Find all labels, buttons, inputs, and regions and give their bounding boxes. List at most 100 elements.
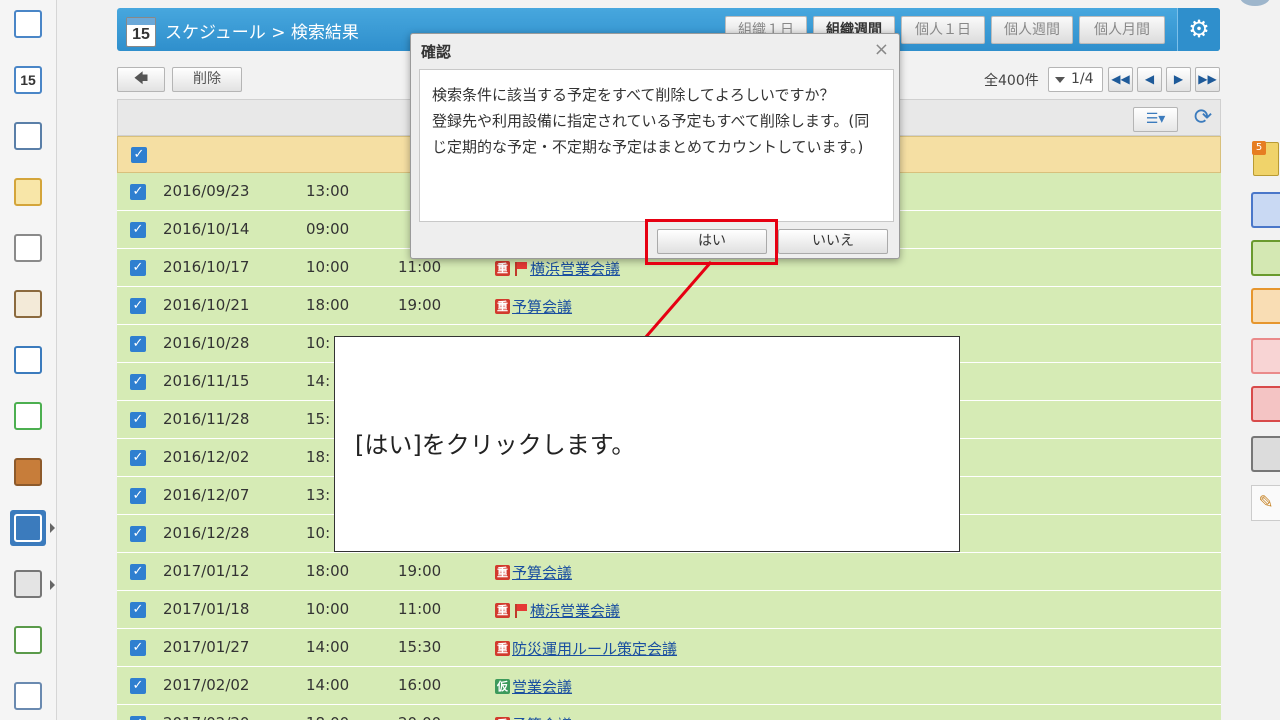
no-button[interactable]: いいえ	[778, 229, 888, 254]
view-personal-week-button[interactable]: 個人週間	[991, 16, 1073, 44]
row-checkbox[interactable]: ✓	[130, 602, 146, 618]
schedule-title-link[interactable]: 予算会議	[512, 296, 572, 317]
row-end-time: 11:00	[398, 258, 442, 276]
row-checkbox[interactable]: ✓	[130, 716, 146, 720]
facility-icon[interactable]	[10, 118, 46, 154]
row-date: 2016/10/28	[163, 334, 250, 352]
todo-icon[interactable]	[10, 342, 46, 378]
close-icon[interactable]: ×	[874, 39, 889, 60]
row-checkbox[interactable]: ✓	[130, 640, 146, 656]
row-checkbox[interactable]: ✓	[130, 678, 146, 694]
row-date: 2016/10/14	[163, 220, 250, 238]
memo-icon[interactable]	[10, 174, 46, 210]
row-date: 2017/01/12	[163, 562, 250, 580]
row-checkbox[interactable]: ✓	[130, 336, 146, 352]
flag-icon	[512, 261, 528, 276]
row-checkbox[interactable]: ✓	[130, 298, 146, 314]
important-badge: 重	[495, 299, 510, 314]
tab-blue[interactable]	[1251, 192, 1280, 228]
row-checkbox[interactable]: ✓	[130, 374, 146, 390]
row-title-cell: 重防災運用ルール策定会議	[495, 638, 677, 659]
row-checkbox[interactable]: ✓	[130, 450, 146, 466]
table-row[interactable]: ✓ 2017/01/27 14:00 15:30 重防災運用ルール策定会議	[117, 629, 1221, 667]
page-select[interactable]: 1/4	[1048, 67, 1103, 92]
app-icon[interactable]	[10, 622, 46, 658]
tab-pink[interactable]	[1251, 338, 1280, 374]
row-start-time: 15:	[306, 410, 331, 428]
row-date: 2017/01/18	[163, 600, 250, 618]
tab-red[interactable]	[1251, 386, 1280, 422]
refresh-icon[interactable]: ⟳	[1189, 104, 1217, 132]
schedule-title-link[interactable]: 横浜営業会議	[530, 600, 620, 621]
pencil-icon[interactable]: ✎	[1251, 485, 1280, 521]
view-personal-day-button[interactable]: 個人１日	[901, 16, 985, 44]
row-end-time: 15:30	[398, 638, 442, 656]
prev-page-button[interactable]: ◀	[1137, 67, 1162, 92]
schedule-title-link[interactable]: 予算会議	[512, 714, 572, 720]
row-title-cell: 重予算会議	[495, 296, 572, 317]
next-page-button[interactable]: ▶	[1166, 67, 1191, 92]
folder-expand-arrow-icon[interactable]	[50, 580, 55, 590]
flag-icon	[512, 603, 528, 618]
workflow-icon[interactable]	[10, 286, 46, 322]
row-date: 2016/10/21	[163, 296, 250, 314]
row-checkbox[interactable]: ✓	[130, 412, 146, 428]
schedule-icon[interactable]: 15	[10, 62, 46, 98]
important-badge: 重	[495, 565, 510, 580]
table-row[interactable]: ✓ 2017/02/02 14:00 16:00 仮営業会議	[117, 667, 1221, 705]
app-sidebar: 15	[0, 0, 57, 720]
row-end-time: 19:00	[398, 296, 442, 314]
last-page-button[interactable]: ▶▶	[1195, 67, 1220, 92]
row-checkbox[interactable]: ✓	[130, 526, 146, 542]
portal-icon[interactable]	[10, 6, 46, 42]
notification-icon[interactable]: 5	[1252, 141, 1279, 176]
row-checkbox[interactable]: ✓	[130, 222, 146, 238]
table-row[interactable]: ✓ 2017/01/12 18:00 19:00 重予算会議	[117, 553, 1221, 591]
gear-icon[interactable]: ⚙	[1177, 8, 1220, 51]
row-title-cell: 重予算会議	[495, 714, 572, 720]
page-select-value: 1/4	[1071, 71, 1094, 87]
row-start-time: 13:	[306, 486, 331, 504]
folder-icon[interactable]	[10, 566, 46, 602]
schedule-title-link[interactable]: 防災運用ルール策定会議	[512, 638, 677, 659]
back-arrow-icon: 🡄	[133, 71, 149, 87]
right-tab-strip: 5 ✎	[1250, 0, 1280, 720]
row-start-time: 10:00	[306, 600, 350, 618]
table-row[interactable]: ✓ 2017/02/20 18:00 20:00 重予算会議	[117, 705, 1221, 720]
row-date: 2017/01/27	[163, 638, 250, 656]
bulletin-icon[interactable]	[10, 230, 46, 266]
row-date: 2016/12/28	[163, 524, 250, 542]
table-row[interactable]: ✓ 2017/01/18 10:00 11:00 重 横浜営業会議	[117, 591, 1221, 629]
schedule-title-link[interactable]: 営業会議	[512, 676, 572, 697]
neo-expand-arrow-icon[interactable]	[50, 523, 55, 533]
important-badge: 重	[495, 641, 510, 656]
row-end-time: 16:00	[398, 676, 442, 694]
tentative-badge: 仮	[495, 679, 510, 694]
row-checkbox[interactable]: ✓	[130, 564, 146, 580]
row-end-time: 11:00	[398, 600, 442, 618]
row-start-time: 18:00	[306, 714, 349, 720]
view-personal-month-button[interactable]: 個人月間	[1079, 16, 1165, 44]
schedule-day: 15	[14, 66, 42, 94]
instruction-callout: [はい]をクリックします。	[334, 336, 960, 552]
banner-icon[interactable]	[10, 678, 46, 714]
list-options-button[interactable]: ☰▾	[1133, 107, 1178, 132]
select-all-checkbox[interactable]: ✓	[131, 147, 147, 163]
tab-gray[interactable]	[1251, 436, 1280, 472]
cabinet-icon[interactable]	[10, 454, 46, 490]
row-checkbox[interactable]: ✓	[130, 488, 146, 504]
chevron-down-icon	[1055, 77, 1065, 83]
tab-orange[interactable]	[1251, 288, 1280, 324]
row-checkbox[interactable]: ✓	[130, 184, 146, 200]
schedule-title-link[interactable]: 予算会議	[512, 562, 572, 583]
row-start-time: 10:00	[306, 258, 350, 276]
first-page-button[interactable]: ◀◀	[1108, 67, 1133, 92]
back-button[interactable]: 🡄	[117, 67, 165, 92]
delete-button[interactable]: 削除	[172, 67, 242, 92]
row-checkbox[interactable]: ✓	[130, 260, 146, 276]
schedule-title-link[interactable]: 横浜営業会議	[530, 258, 620, 279]
circular-icon[interactable]	[10, 398, 46, 434]
neo-icon[interactable]	[10, 510, 46, 546]
total-count: 全400件	[984, 73, 1039, 89]
tab-green[interactable]	[1251, 240, 1280, 276]
